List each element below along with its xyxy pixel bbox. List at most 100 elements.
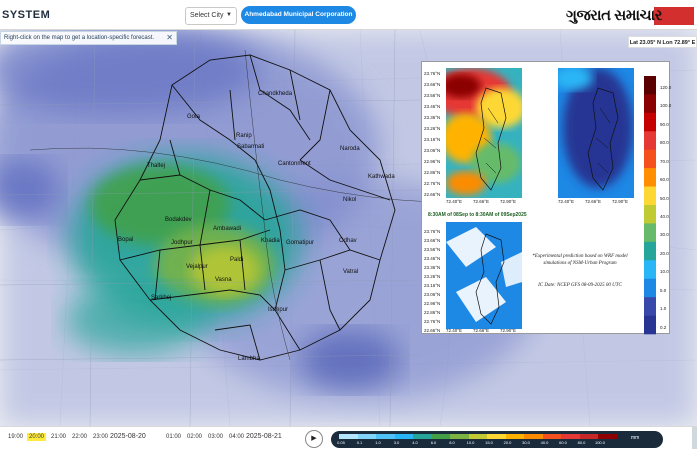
place-label[interactable]: Sabarmati bbox=[237, 144, 264, 150]
x-tick-label: 72.40°E bbox=[446, 199, 463, 204]
legend-value: 15.0 bbox=[485, 440, 493, 445]
top-bar: SYSTEM Select City ▼ Ahmedabad Municipal… bbox=[0, 0, 697, 30]
forecast-map-1 bbox=[446, 68, 522, 198]
place-label[interactable]: Vatral bbox=[343, 269, 358, 275]
colorbar-label: 90.0 bbox=[660, 121, 669, 127]
y-tick-label: 23.06°N bbox=[424, 292, 441, 297]
y-tick-label: 23.26°N bbox=[424, 126, 441, 131]
map-hint-banner: Right-click on the map to get a location… bbox=[0, 31, 177, 45]
colorbar-swatch bbox=[644, 94, 656, 114]
place-label[interactable]: Chandkheda bbox=[258, 91, 293, 97]
legend-swatch bbox=[376, 434, 395, 439]
forecast-map-3 bbox=[446, 222, 522, 329]
colorbar-label: 5.0 bbox=[660, 287, 667, 293]
place-label[interactable]: Gomatipur bbox=[286, 240, 314, 246]
colorbar-swatch bbox=[644, 223, 656, 243]
forecast-note: *Experimental prediction based on WRF mo… bbox=[532, 254, 628, 266]
y-tick-label: 23.16°N bbox=[424, 283, 441, 288]
time-step[interactable]: 21:00 bbox=[51, 434, 66, 440]
place-label[interactable]: Jodhpur bbox=[171, 240, 193, 246]
colorbar-label: 40.0 bbox=[660, 214, 669, 220]
x-tick-label: 72.66°E bbox=[473, 199, 490, 204]
colorbar-swatch bbox=[644, 149, 656, 169]
legend-value: 3.0 bbox=[393, 440, 400, 445]
time-step[interactable]: 19:00 bbox=[8, 434, 23, 440]
place-label[interactable]: Lambha bbox=[238, 356, 260, 362]
forecast-date-caption: 8:30AM of 08Sep to 8:30AM of 09Sep2025 bbox=[428, 212, 527, 218]
place-label[interactable]: Ambawadi bbox=[213, 226, 241, 232]
y-tick-label: 22.76°N bbox=[424, 319, 441, 324]
legend-swatch bbox=[450, 434, 469, 439]
colorbar-swatch bbox=[644, 205, 656, 224]
place-label[interactable]: Bodakdev bbox=[165, 217, 192, 223]
timeline-date: 2025-08-21 bbox=[246, 433, 282, 440]
place-label[interactable]: Nikol bbox=[343, 197, 356, 203]
legend-value: 80.0 bbox=[577, 440, 586, 445]
colorbar-label: 50.0 bbox=[660, 195, 669, 201]
place-label[interactable]: Gota bbox=[187, 114, 201, 120]
legend-value: 20.0 bbox=[503, 440, 512, 445]
city-select-label: Select City bbox=[190, 12, 224, 19]
place-label[interactable]: Vejalpur bbox=[186, 264, 208, 270]
selected-city-button[interactable]: Ahmedabad Municipal Corporation bbox=[241, 6, 356, 24]
place-label[interactable]: Thaltej bbox=[147, 163, 165, 169]
legend-value: 0.1 bbox=[356, 440, 363, 445]
colorbar-label: 100.0 bbox=[660, 103, 672, 109]
place-label[interactable]: Ranip bbox=[236, 133, 252, 139]
y-tick-label: 23.66°N bbox=[424, 82, 441, 87]
legend-value: 6.0 bbox=[430, 440, 437, 445]
place-label[interactable]: Sarkhej bbox=[151, 295, 171, 301]
y-tick-label: 22.96°N bbox=[424, 159, 441, 164]
legend-value: 30.0 bbox=[522, 440, 530, 445]
place-label[interactable]: Odhav bbox=[339, 238, 357, 244]
colorbar-swatch bbox=[644, 241, 656, 261]
y-tick-label: 22.86°N bbox=[424, 170, 441, 175]
place-label[interactable]: Isanpur bbox=[268, 307, 288, 313]
colorbar-swatch bbox=[644, 186, 656, 206]
play-button[interactable]: ▶ bbox=[305, 430, 323, 448]
legend-value: 100.0 bbox=[594, 440, 605, 445]
time-step[interactable]: 22:00 bbox=[72, 434, 87, 440]
place-label[interactable]: Naroda bbox=[340, 146, 360, 152]
colorbar-swatch bbox=[644, 297, 656, 316]
city-select-dropdown[interactable]: Select City ▼ bbox=[185, 7, 237, 25]
colorbar-swatch bbox=[644, 112, 656, 132]
time-step[interactable]: 04:00 bbox=[229, 434, 244, 440]
place-label[interactable]: Bopal bbox=[118, 237, 133, 243]
place-label[interactable]: Vasna bbox=[215, 277, 232, 283]
time-step[interactable]: 03:00 bbox=[208, 434, 223, 440]
legend-swatch bbox=[413, 434, 432, 439]
app-window: Chandkheda Gota Ranip Sabarmati Naroda C… bbox=[0, 0, 697, 450]
legend-swatch bbox=[598, 434, 617, 439]
colorbar-swatch bbox=[644, 131, 656, 151]
place-label[interactable]: Khadia bbox=[261, 238, 280, 244]
place-label[interactable]: Cantonment bbox=[278, 161, 311, 167]
place-label[interactable]: Paldi bbox=[230, 257, 243, 263]
legend-value: 40.0 bbox=[540, 440, 549, 445]
time-step[interactable]: 23:00 bbox=[93, 434, 108, 440]
legend-unit: mm bbox=[631, 435, 640, 441]
y-tick-label: 23.76°N bbox=[424, 71, 441, 76]
newspaper-logo: ગુજરાત સમાચાર bbox=[566, 5, 696, 27]
time-step[interactable]: 01:00 bbox=[166, 434, 181, 440]
place-label[interactable]: Kathwada bbox=[368, 174, 395, 180]
chevron-down-icon: ▼ bbox=[226, 12, 232, 18]
panel-colorbar bbox=[644, 76, 656, 335]
legend-swatch bbox=[579, 434, 598, 439]
time-step[interactable]: 02:00 bbox=[187, 434, 202, 440]
scrollbar[interactable] bbox=[692, 427, 697, 449]
colorbar-swatch bbox=[644, 168, 656, 187]
close-icon[interactable]: ✕ bbox=[166, 32, 173, 44]
legend-swatch bbox=[431, 434, 450, 439]
colorbar-swatch bbox=[644, 76, 656, 95]
legend-value: 4.0 bbox=[412, 440, 418, 445]
time-step-active[interactable]: 20:00 bbox=[27, 433, 47, 441]
colorbar-label: 1.0 bbox=[660, 306, 667, 312]
colorbar-label: 10.0 bbox=[660, 269, 669, 275]
play-icon: ▶ bbox=[311, 435, 317, 442]
legend-value: 10.0 bbox=[466, 440, 475, 445]
y-tick-label: 22.66°N bbox=[424, 328, 441, 333]
y-tick-label: 22.86°N bbox=[424, 310, 441, 315]
legend-swatch bbox=[542, 434, 561, 439]
coordinate-readout: Lat 23.05° N Lon 72.89° E bbox=[628, 36, 697, 48]
